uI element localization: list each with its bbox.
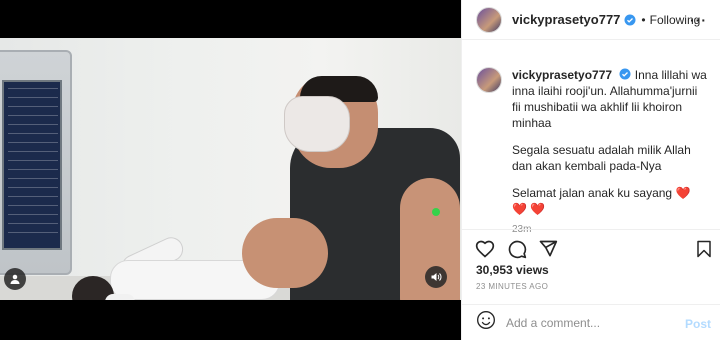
caption-paragraph-2: Segala sesuatu adalah milik Allah dan ak… <box>512 143 691 173</box>
caption: vickyprasetyo777 Inna lillahi wa inna il… <box>476 67 707 228</box>
comments-area: vickyprasetyo777 Inna lillahi wa inna il… <box>462 41 720 235</box>
video-frame[interactable] <box>0 38 461 300</box>
post-button[interactable]: Post <box>685 317 711 331</box>
caption-paragraph-3: Selamat jalan anak ku sayang <box>512 186 673 200</box>
post-media[interactable] <box>0 0 461 340</box>
sound-icon[interactable] <box>425 266 447 288</box>
emoji-icon[interactable] <box>476 310 496 335</box>
share-icon[interactable] <box>537 238 559 260</box>
bookmark-icon[interactable] <box>693 238 715 260</box>
caption-username[interactable]: vickyprasetyo777 <box>512 68 612 82</box>
avatar[interactable] <box>476 6 502 33</box>
action-bar <box>462 229 720 263</box>
view-count[interactable]: 30,953 views <box>476 263 549 277</box>
verified-badge-icon <box>624 14 636 25</box>
comment-icon[interactable] <box>506 238 528 260</box>
ultrasound-monitor <box>0 50 72 275</box>
add-comment-bar: Post <box>462 304 720 340</box>
post-sidebar: vickyprasetyo777 • Following ··· vickypr… <box>461 0 720 340</box>
caption-avatar[interactable] <box>476 67 502 93</box>
more-options-icon[interactable]: ··· <box>690 12 707 28</box>
comment-input[interactable] <box>506 315 676 330</box>
user-tag-icon[interactable] <box>4 268 26 290</box>
heart-icon[interactable] <box>474 238 496 260</box>
header-username[interactable]: vickyprasetyo777 <box>512 12 620 27</box>
verified-badge-icon <box>619 68 631 80</box>
posted-time[interactable]: 23 MINUTES AGO <box>476 282 548 291</box>
post-header: vickyprasetyo777 • Following ··· <box>462 0 720 40</box>
header-separator: • <box>641 12 646 27</box>
